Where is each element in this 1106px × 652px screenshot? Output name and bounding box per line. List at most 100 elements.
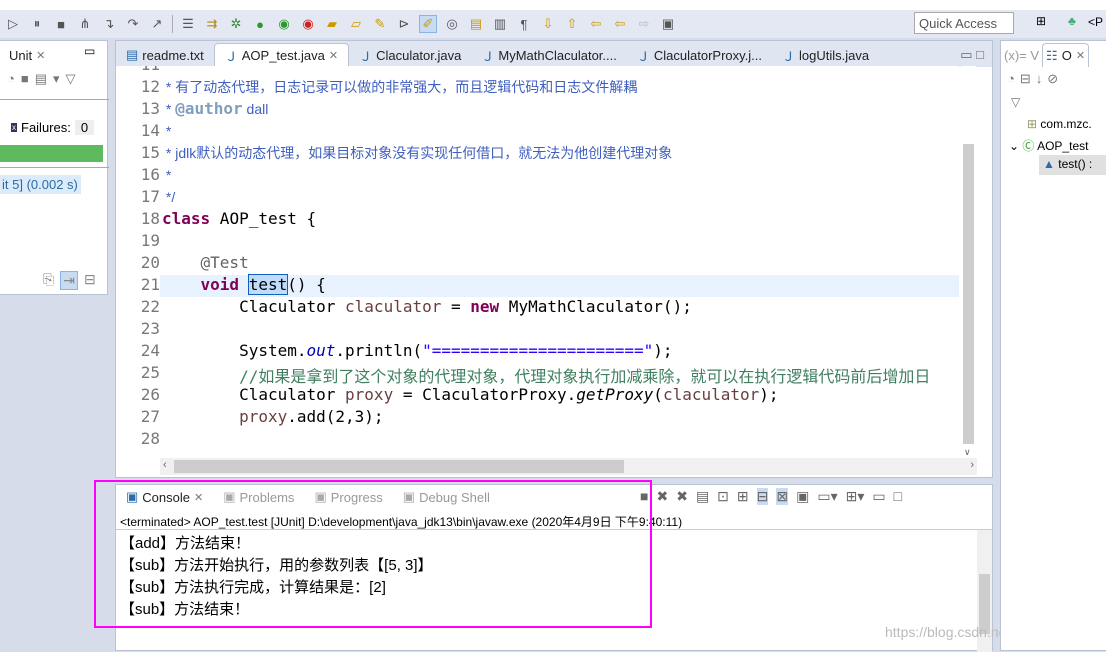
mark-occurrences-icon[interactable]: ✐ [419, 15, 437, 33]
tab-editor-file[interactable]: ＪlogUtils.java [772, 43, 879, 67]
junit-toolbar-icons[interactable]: ◔■▤▾▽ [7, 71, 82, 87]
scroll-right-icon[interactable]: › [970, 459, 974, 471]
tab-editor-file[interactable]: Ｊ Claculator.java [349, 43, 471, 67]
tab-variables[interactable]: (x)= V [1001, 43, 1042, 67]
disconnect-icon[interactable]: ⋔ [76, 15, 94, 33]
code-token: claculator [345, 297, 442, 316]
terminate-icon[interactable]: ■ [52, 15, 70, 33]
outline-toolbar[interactable]: ◔⊟↓⊘ [1007, 71, 1063, 87]
tab-editor-file[interactable]: Ｊ AOP_test.java ✕ [213, 43, 350, 67]
java-perspective-icon[interactable]: ♣ [1068, 14, 1076, 28]
outline-label: com.mzc. [1040, 117, 1092, 131]
toggle-breadcrumb-icon[interactable]: ◎ [443, 15, 461, 33]
minimize-icon[interactable]: ▭ [84, 44, 95, 58]
prev-annotation-icon[interactable]: ⇧ [563, 15, 581, 33]
open-folder-icon[interactable]: ▱ [347, 15, 365, 33]
clear-console-icon[interactable]: ▤ [696, 488, 709, 505]
resume-icon[interactable]: ▷ [4, 15, 22, 33]
outline-item-package[interactable]: ⊞ com.mzc. [1027, 117, 1092, 131]
pin-console-icon[interactable]: ▣ [796, 488, 809, 505]
vertical-scrollbar[interactable]: ∨ [961, 66, 976, 458]
scroll-lock-icon[interactable]: ⊡ [717, 488, 729, 505]
open-console-icon[interactable]: ⊞▾ [846, 488, 865, 505]
view-menu-icon[interactable]: ▽ [1011, 95, 1020, 109]
code-line: System.out.println("====================… [162, 341, 673, 360]
code-line: * [162, 165, 171, 184]
back-icon[interactable]: ⇦ [611, 15, 629, 33]
maximize-icon[interactable]: □ [894, 488, 902, 505]
code-line: @Test [162, 253, 249, 272]
java-file-icon: Ｊ [481, 48, 495, 64]
debug-icon[interactable]: ✲ [227, 15, 245, 33]
step-into-icon[interactable]: ↴ [100, 15, 118, 33]
code-token: */ [162, 189, 176, 205]
new-package-icon[interactable]: ▰ [323, 15, 341, 33]
horizontal-scrollbar[interactable]: ‹ › [160, 458, 977, 475]
use-step-filters-icon[interactable]: ⇉ [203, 15, 221, 33]
tab-junit[interactable]: Unit ✕ [0, 43, 55, 67]
test-result-item[interactable]: it 5] (0.002 s) [0, 175, 81, 194]
step-over-icon[interactable]: ↷ [124, 15, 142, 33]
outline-item-method[interactable]: ▲ test() : [1039, 155, 1106, 175]
coverage-icon[interactable]: ◉ [275, 15, 293, 33]
code-token: ( [653, 385, 663, 404]
show-whitespace-icon[interactable]: ▥ [491, 15, 509, 33]
scroll-left-icon[interactable]: ‹ [163, 459, 167, 471]
code-token: .println( [335, 341, 423, 360]
tab-label: logUtils.java [799, 47, 870, 63]
compare-icon[interactable]: ⎘ [43, 271, 54, 290]
show-on-error-icon[interactable]: ⊠ [776, 488, 789, 505]
tab-editor-file[interactable]: Ｊ MyMathClaculator.... [471, 43, 627, 67]
open-perspective-icon[interactable]: ⊞ [1036, 14, 1046, 28]
method-icon: ▲ [1043, 157, 1055, 171]
layout-icon[interactable]: ⊟ [84, 271, 96, 290]
perspective-label[interactable]: <P [1088, 15, 1103, 29]
pin-editor-icon[interactable]: ▣ [659, 15, 677, 33]
code-line: void test() { [162, 274, 326, 295]
line-number: 28 [140, 429, 160, 448]
word-wrap-icon[interactable]: ⊞ [737, 488, 749, 505]
display-console-icon[interactable]: ▭▾ [817, 488, 837, 505]
outline-item-class[interactable]: ⌄ Ⓒ AOP_test [1009, 137, 1088, 154]
scrollbar-thumb[interactable] [174, 460, 624, 473]
code-token: //如果是拿到了这个对象的代理对象，代理对象执行加减乘除，就可以在执行逻辑代码前… [239, 367, 931, 386]
junit-progress-bar [0, 145, 103, 162]
line-number: 19 [140, 231, 160, 250]
tab-editor-file[interactable]: Ｊ ClaculatorProxy.j... [627, 43, 772, 67]
open-type-icon[interactable]: ✎ [371, 15, 389, 33]
separator [172, 15, 173, 33]
quick-access-input[interactable]: Quick Access [914, 12, 1014, 34]
remove-all-icon[interactable]: ✖ [676, 488, 688, 505]
tab-editor-file[interactable]: ▤ readme.txt [116, 43, 214, 67]
step-return-icon[interactable]: ↗ [148, 15, 166, 33]
failures-counter: x Failures: 0 [11, 120, 95, 135]
forward-icon[interactable]: ⇨ [635, 15, 653, 33]
tab-label: Claculator.java [376, 47, 462, 63]
show-on-output-icon[interactable]: ⊟ [756, 488, 769, 505]
code-editor[interactable]: 11 12 * 有了动态代理，日志记录可以做的非常强大，而且逻辑代码和日志文件解… [116, 66, 959, 458]
open-task-icon[interactable]: ⊳ [395, 15, 413, 33]
editor-tabbar: ▤ readme.txt Ｊ AOP_test.java ✕ Ｊ Claculator.ja… [116, 41, 992, 67]
minimize-icon[interactable]: ▭ [872, 488, 885, 505]
remove-launch-icon[interactable]: ✖ [656, 488, 668, 505]
scrollbar-thumb[interactable] [963, 144, 974, 444]
pilcrow-icon[interactable]: ¶ [515, 15, 533, 33]
close-icon[interactable]: ✕ [1076, 49, 1085, 62]
next-annotation-icon[interactable]: ⇩ [539, 15, 557, 33]
code-token: Claculator [239, 297, 346, 316]
show-failures-icon[interactable]: ⇥ [60, 271, 78, 290]
run-icon[interactable]: ● [251, 15, 269, 33]
code-line: //如果是拿到了这个对象的代理对象，代理对象执行加减乘除，就可以在执行逻辑代码前… [162, 363, 930, 387]
editor-window-controls[interactable]: ▭ □ [952, 43, 992, 67]
suspend-icon[interactable]: ⏸ [28, 15, 46, 33]
scroll-down-icon[interactable]: ∨ [964, 447, 971, 458]
drop-frame-icon[interactable]: ☰ [179, 15, 197, 33]
close-icon[interactable]: ✕ [329, 49, 338, 62]
chevron-down-icon[interactable]: ⌄ [1009, 139, 1019, 153]
code-line: * 有了动态代理，日志记录可以做的非常强大，而且逻辑代码和日志文件解耦 [162, 77, 637, 97]
close-icon[interactable]: ✕ [36, 49, 45, 62]
external-tools-icon[interactable]: ◉ [299, 15, 317, 33]
block-selection-icon[interactable]: ▤ [467, 15, 485, 33]
last-edit-icon[interactable]: ⇦ [587, 15, 605, 33]
tab-outline[interactable]: ☷ O ✕ [1042, 43, 1090, 67]
